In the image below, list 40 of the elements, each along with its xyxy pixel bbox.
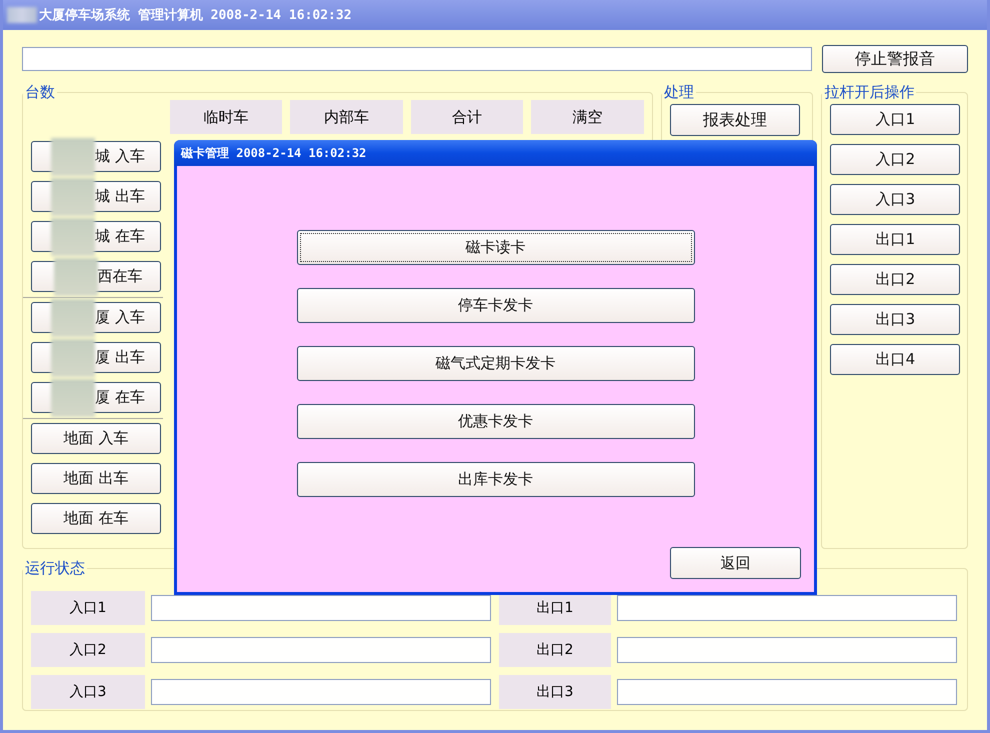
status-field[interactable] <box>151 679 491 705</box>
alert-field[interactable] <box>22 47 812 71</box>
gate-button[interactable]: 入口3 <box>830 184 960 215</box>
gate-button[interactable]: 出口1 <box>830 224 960 255</box>
group-title: 台数 <box>24 83 56 102</box>
back-button[interactable]: 返回 <box>670 547 801 579</box>
gate-button[interactable]: 出口4 <box>830 344 960 375</box>
status-field[interactable] <box>617 595 957 621</box>
status-field[interactable] <box>151 595 491 621</box>
card-button[interactable]: 磁气式定期卡发卡 <box>296 346 694 381</box>
window-title: 大厦停车场系统 管理计算机 2008-2-14 16:02:32 <box>39 6 352 24</box>
card-button[interactable]: 停车卡发卡 <box>296 288 694 323</box>
card-button[interactable]: 出库卡发卡 <box>296 462 694 497</box>
group-title: 运行状态 <box>24 559 86 578</box>
column-header: 合计 <box>410 100 524 134</box>
count-button[interactable]: 地面 在车 <box>31 503 161 534</box>
gate-button[interactable]: 入口2 <box>830 144 960 175</box>
status-field[interactable] <box>151 637 491 663</box>
status-label: 出口2 <box>499 633 611 667</box>
column-header: 临时车 <box>170 100 282 134</box>
count-button[interactable]: 地面 入车 <box>31 423 161 454</box>
gate-button[interactable]: 入口1 <box>830 104 960 135</box>
column-header: 内部车 <box>290 100 403 134</box>
status-label: 入口3 <box>31 675 145 709</box>
status-label: 出口3 <box>499 675 611 709</box>
stop-alarm-button[interactable]: 停止警报音 <box>822 45 968 73</box>
report-button[interactable]: 报表处理 <box>670 104 800 136</box>
card-button[interactable]: 优惠卡发卡 <box>296 404 694 439</box>
dialog-title: 磁卡管理 2008-2-14 16:02:32 <box>174 140 817 166</box>
status-field[interactable] <box>617 637 957 663</box>
group-title: 拉杆开后操作 <box>823 83 916 102</box>
status-label: 入口1 <box>31 591 145 625</box>
gate-button[interactable]: 出口3 <box>830 304 960 335</box>
gate-button[interactable]: 出口2 <box>830 264 960 295</box>
status-label: 入口2 <box>31 633 145 667</box>
status-field[interactable] <box>617 679 957 705</box>
group-title: 处理 <box>662 83 695 102</box>
card-button[interactable]: 磁卡读卡 <box>296 230 694 265</box>
count-button[interactable]: 地面 出车 <box>31 463 161 494</box>
column-header: 满空 <box>531 100 644 134</box>
